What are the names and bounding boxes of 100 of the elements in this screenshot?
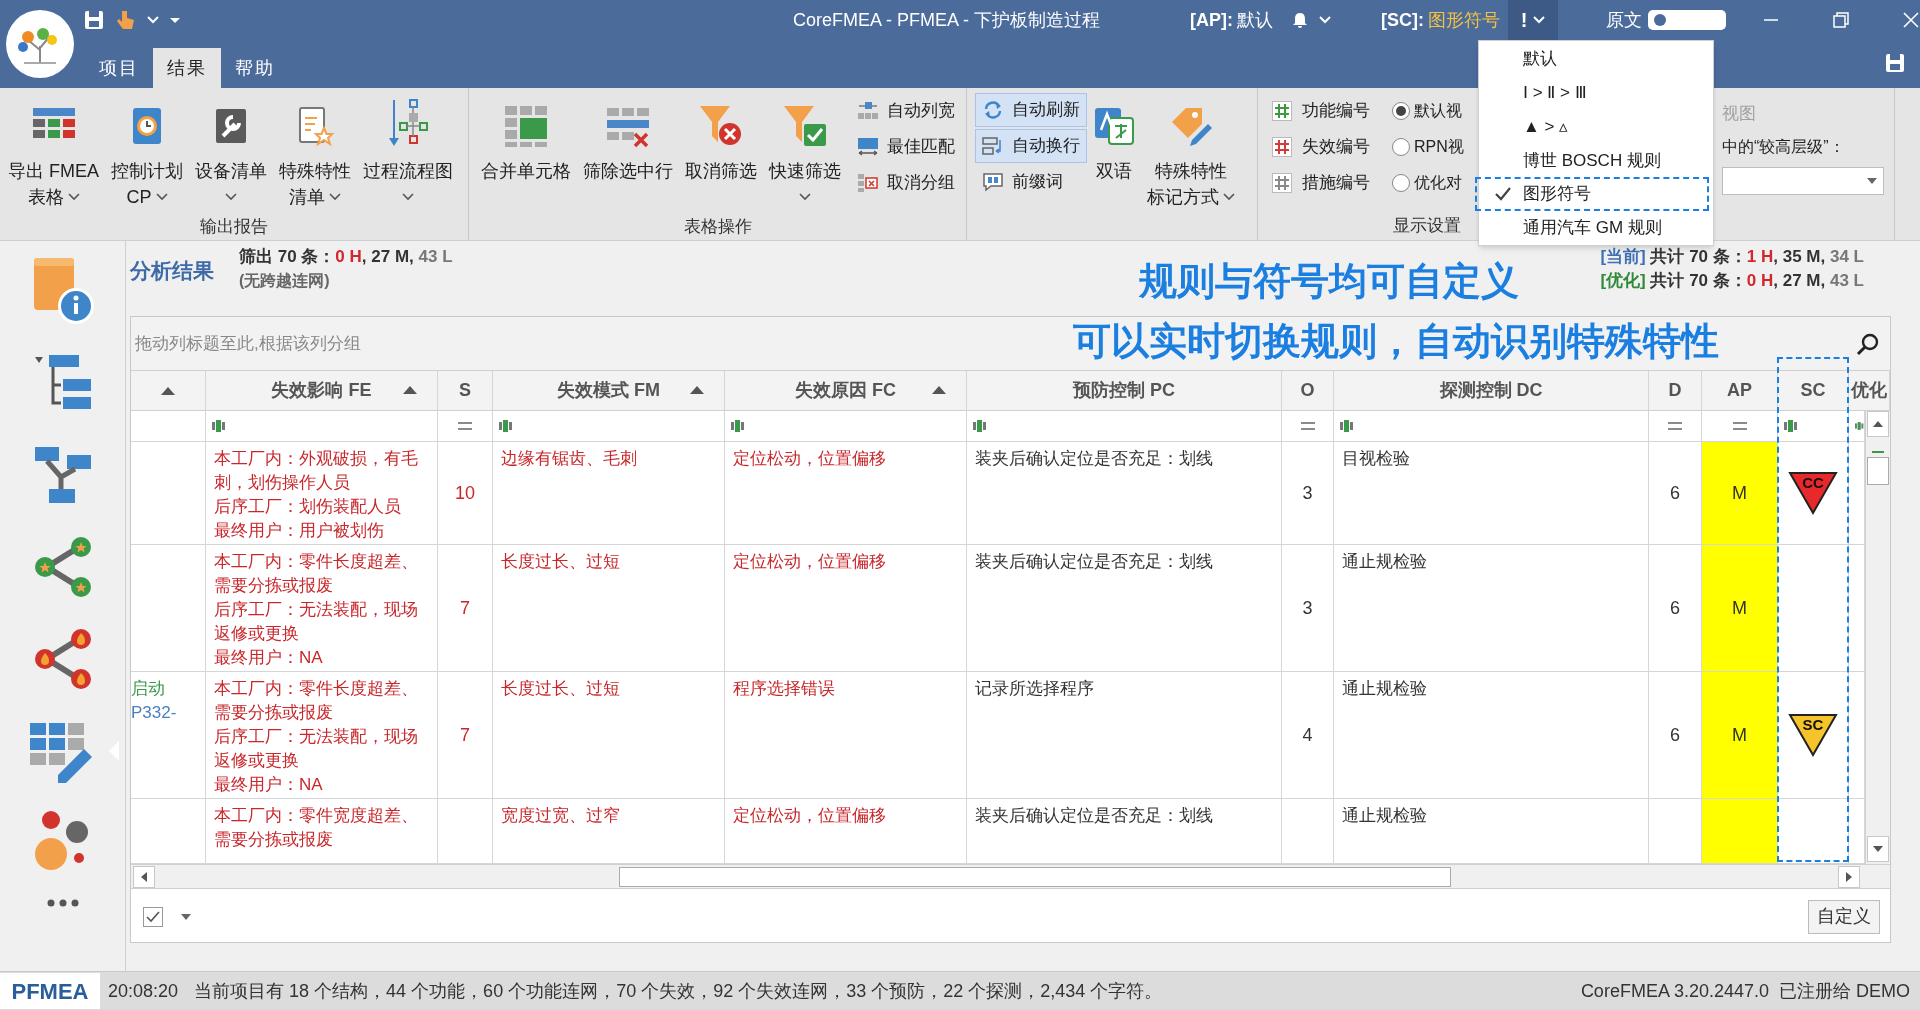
scroll-left-button[interactable] bbox=[133, 865, 155, 888]
save-icon[interactable] bbox=[1884, 52, 1906, 74]
ribbon-button[interactable]: 过程流程图 bbox=[357, 88, 459, 213]
toggle-button[interactable]: 前缀词 bbox=[975, 165, 1087, 199]
scroll-up-button[interactable] bbox=[1867, 411, 1889, 437]
ribbon-button[interactable]: 筛除选中行 bbox=[577, 88, 679, 213]
radio-label: 优化对 bbox=[1414, 173, 1462, 193]
text-filter-icon[interactable] bbox=[1340, 420, 1354, 432]
caret-icon[interactable] bbox=[146, 16, 159, 24]
sort-icon[interactable] bbox=[161, 386, 175, 395]
hash-icon bbox=[1272, 173, 1292, 193]
menu-tab[interactable]: 结果 bbox=[152, 48, 221, 88]
vertical-scrollbar[interactable] bbox=[1865, 411, 1890, 864]
speech-bubble-icon bbox=[982, 172, 1004, 192]
level-label: 中的“较高层级”： bbox=[1722, 137, 1846, 157]
table-cell: 定位松动，位置偏移 bbox=[733, 552, 886, 571]
scroll-down-button[interactable] bbox=[1867, 836, 1889, 862]
check-icon bbox=[1495, 187, 1511, 202]
annotation-text: 可以实时切换规则，自动识别特殊特性 bbox=[1073, 319, 1719, 364]
column-header[interactable]: S bbox=[459, 377, 471, 404]
ribbon-button[interactable]: 合并单元格 bbox=[475, 88, 577, 213]
customize-button[interactable]: 自定义 bbox=[1808, 899, 1880, 934]
column-header[interactable]: 优化 bbox=[1851, 377, 1887, 404]
table-cell: 定位松动，位置偏移 bbox=[733, 806, 886, 825]
toggle-button[interactable]: 自动刷新 bbox=[975, 93, 1087, 127]
equals-filter-icon[interactable] bbox=[458, 422, 472, 430]
sort-icon[interactable] bbox=[932, 386, 946, 394]
text-filter-icon[interactable] bbox=[731, 420, 745, 432]
ribbon-button[interactable]: 控制计划 CP bbox=[105, 88, 189, 213]
text-filter-icon[interactable] bbox=[212, 420, 226, 432]
menu-tab[interactable]: 帮助 bbox=[220, 48, 289, 88]
radio-button[interactable] bbox=[1392, 138, 1410, 156]
annotation-text: 规则与符号均可自定义 bbox=[1139, 259, 1519, 304]
scroll-thumb[interactable] bbox=[1867, 457, 1889, 485]
column-header[interactable]: 预防控制 PC bbox=[1073, 377, 1175, 404]
column-header[interactable]: 探测控制 DC bbox=[1439, 377, 1543, 404]
text-filter-icon[interactable] bbox=[499, 420, 513, 432]
ribbon-button[interactable]: 最佳匹配 bbox=[853, 129, 959, 165]
column-header[interactable]: 失效模式 FM bbox=[557, 377, 660, 404]
text-filter-icon[interactable] bbox=[973, 420, 987, 432]
text-filter-icon[interactable] bbox=[1784, 420, 1798, 432]
numbering-button[interactable]: 功能编号 bbox=[1272, 93, 1392, 129]
ribbon-button[interactable]: 设备清单 bbox=[189, 88, 273, 213]
sc-rule-button[interactable]: ! bbox=[1508, 0, 1558, 40]
restore-icon[interactable] bbox=[1832, 11, 1850, 29]
ribbon-button[interactable]: 特殊特性 清单 bbox=[273, 88, 357, 213]
numbering-button[interactable]: 失效编号 bbox=[1272, 129, 1392, 165]
column-header[interactable]: D bbox=[1668, 377, 1682, 404]
menu-item[interactable]: ▲ > ▵ bbox=[1479, 109, 1713, 144]
group-label: 显示设置 bbox=[1393, 215, 1461, 238]
caret-icon[interactable] bbox=[1319, 16, 1331, 24]
caret-icon bbox=[67, 193, 80, 201]
menu-item[interactable]: 博世 BOSCH 规则 bbox=[1479, 143, 1713, 178]
ribbon-button[interactable]: 特殊特性 标记方式 bbox=[1141, 88, 1241, 213]
text-filter-icon[interactable] bbox=[1855, 420, 1864, 432]
menu-item[interactable]: Ⅰ > Ⅱ > Ⅲ bbox=[1479, 75, 1713, 110]
sort-icon[interactable] bbox=[690, 386, 704, 394]
ribbon-button[interactable]: 自动列宽 bbox=[853, 93, 959, 129]
menu-item[interactable]: 默认 bbox=[1479, 42, 1713, 76]
column-header[interactable]: 失效影响 FE bbox=[271, 377, 372, 404]
radio-button[interactable] bbox=[1392, 102, 1410, 120]
equals-filter-icon[interactable] bbox=[1732, 422, 1747, 430]
table-cell: 装夹后确认定位是否充足：划线 bbox=[975, 449, 1213, 468]
column-header[interactable]: SC bbox=[1800, 377, 1826, 404]
ribbon-button[interactable]: 快速筛选 bbox=[763, 88, 847, 213]
search-icon[interactable] bbox=[1856, 331, 1880, 356]
source-text-label: 原文 bbox=[1606, 8, 1642, 32]
ribbon-button[interactable]: 双语 bbox=[1087, 88, 1141, 213]
close-icon[interactable] bbox=[1902, 11, 1920, 29]
scroll-right-button[interactable] bbox=[1838, 865, 1860, 888]
menu-item[interactable]: 通用汽车 GM 规则 bbox=[1479, 211, 1713, 245]
menu-tab[interactable]: 项目 bbox=[84, 48, 153, 88]
table-cell: 通止规检验 bbox=[1342, 679, 1427, 698]
ribbon-button[interactable]: 取消筛选 bbox=[679, 88, 763, 213]
filter-checkbox[interactable] bbox=[143, 906, 163, 927]
table-cell: 长度过长、过短 bbox=[501, 552, 620, 571]
column-header[interactable]: O bbox=[1300, 377, 1315, 404]
equals-filter-icon[interactable] bbox=[1300, 422, 1315, 430]
bell-icon[interactable] bbox=[1291, 11, 1309, 29]
numbering-button[interactable]: 措施编号 bbox=[1272, 165, 1392, 201]
table-cell: 目视检验 bbox=[1342, 449, 1410, 468]
radio-button[interactable] bbox=[1392, 174, 1410, 192]
column-header[interactable]: 失效原因 FC bbox=[795, 377, 896, 404]
source-text-toggle[interactable] bbox=[1648, 10, 1726, 30]
toggle-button[interactable]: 自动换行 bbox=[975, 129, 1087, 163]
occurrence-value: 3 bbox=[1302, 481, 1313, 505]
horizontal-scrollbar[interactable] bbox=[131, 864, 1890, 888]
touch-icon[interactable] bbox=[114, 8, 137, 32]
column-header[interactable]: AP bbox=[1727, 377, 1752, 404]
ribbon-button[interactable]: 导出 FMEA 表格 bbox=[2, 88, 105, 213]
sc-symbol: SC bbox=[1788, 713, 1838, 757]
scroll-thumb[interactable] bbox=[619, 866, 1451, 887]
sort-icon[interactable] bbox=[403, 386, 417, 394]
save-icon[interactable] bbox=[82, 9, 105, 31]
row-label: P332- bbox=[131, 702, 178, 724]
ribbon-button[interactable]: 取消分组 bbox=[853, 165, 959, 201]
caret-icon[interactable] bbox=[181, 913, 191, 920]
equals-filter-icon[interactable] bbox=[1668, 422, 1682, 430]
menu-item[interactable]: 图形符号 bbox=[1475, 177, 1709, 212]
customize-toolbar-icon[interactable] bbox=[168, 16, 181, 24]
